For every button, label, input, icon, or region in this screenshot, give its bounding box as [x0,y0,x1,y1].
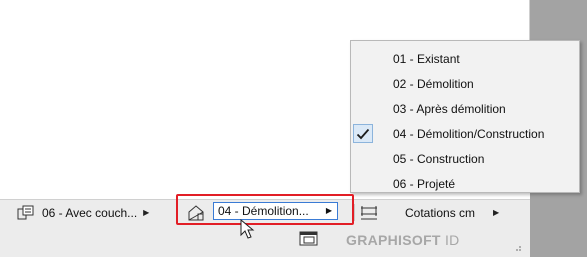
dimension-icon [360,205,378,221]
layer-combination-selector[interactable]: 06 - Avec couch... ▶ [17,200,149,225]
dimension-standard-selector[interactable]: Cotations cm ▶ [360,200,499,225]
toolbar-divider [354,204,355,221]
menu-item-label: 06 - Projeté [393,177,456,191]
menu-item-projete[interactable]: 06 - Projeté [351,174,579,194]
graphisoft-id-logo[interactable]: GRAPHISOFT ID [346,232,460,248]
resize-grip-icon[interactable] [512,242,522,253]
menu-item-label: 04 - Démolition/Construction [393,127,545,141]
brand-suffix: ID [444,232,460,248]
menu-item-label: 01 - Existant [393,52,460,66]
layer-combination-label: 06 - Avec couch... [42,205,138,220]
menu-item-construction[interactable]: 05 - Construction [351,149,579,169]
highlight-frame [176,194,354,225]
menu-item-label: 02 - Démolition [393,77,474,91]
menu-item-existant[interactable]: 01 - Existant [351,49,579,69]
menu-item-apres-demolition[interactable]: 03 - Après démolition [351,99,579,119]
brand-name: GRAPHISOFT [346,232,441,248]
mouse-cursor-icon [240,218,260,241]
menu-item-demolition[interactable]: 02 - Démolition [351,74,579,94]
window-layout-icon[interactable] [299,229,319,247]
renovation-filter-menu: 01 - Existant 02 - Démolition 03 - Après… [350,40,580,193]
menu-item-label: 03 - Après démolition [393,102,506,116]
layer-combination-icon [17,205,35,221]
dimension-standard-label: Cotations cm [405,205,476,220]
checkmark-icon [353,124,373,143]
menu-item-demolition-construction[interactable]: 04 - Démolition/Construction [351,124,579,144]
window-edge [529,0,530,40]
menu-item-label: 05 - Construction [393,152,485,166]
menu-arrow-icon: ▶ [493,208,500,217]
menu-arrow-icon: ▶ [143,208,150,217]
